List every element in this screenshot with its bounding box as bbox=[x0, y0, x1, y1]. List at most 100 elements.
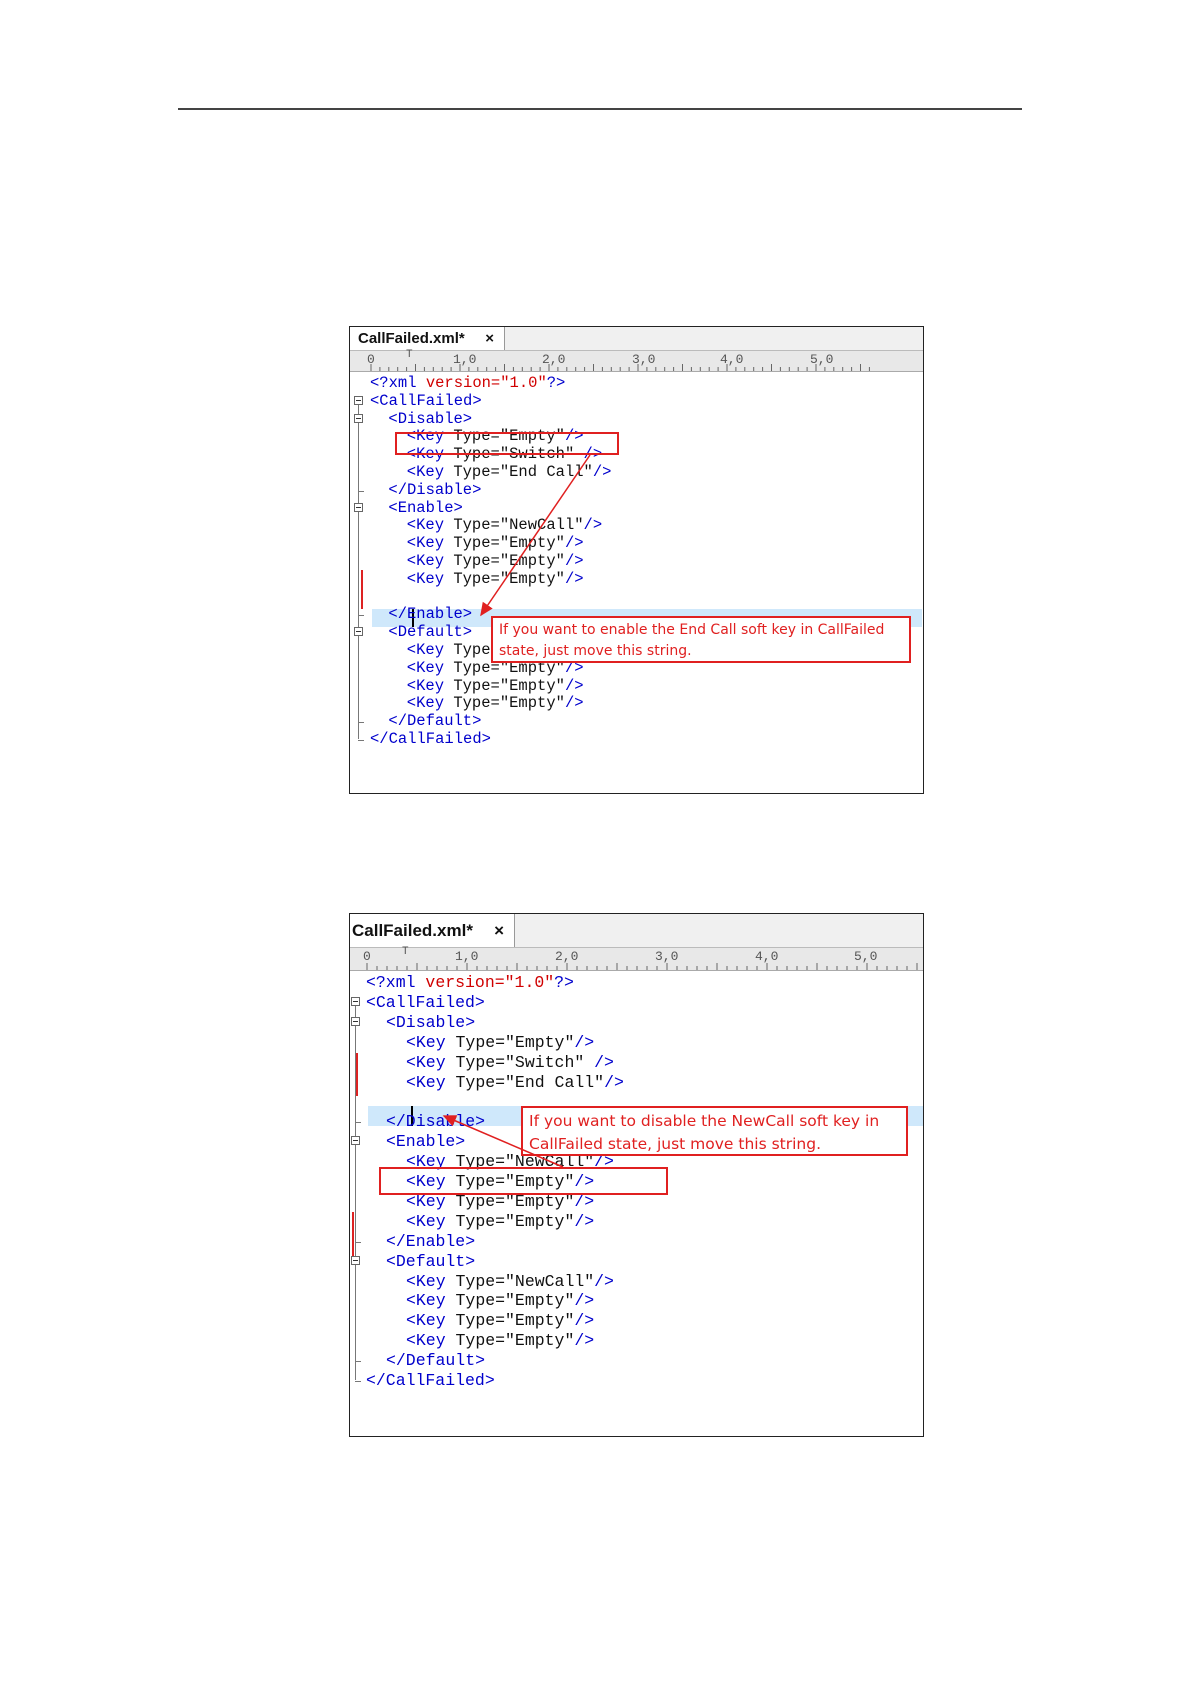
code-line: <Disable> bbox=[388, 410, 472, 428]
xml-attribute: Type= bbox=[445, 1072, 506, 1092]
fold-end-marker bbox=[358, 490, 364, 492]
fold-toggle-icon[interactable] bbox=[354, 395, 363, 405]
code-line: <Key Type="NewCall"/> bbox=[406, 1272, 614, 1292]
change-marker bbox=[352, 1211, 354, 1256]
code-line: <?xml version="1.0"?> bbox=[366, 973, 574, 993]
fold-end-marker bbox=[358, 615, 364, 617]
ruler: 0 T 1,0 2,0 3,0 4,0 5,0 bbox=[350, 946, 923, 971]
fold-guide bbox=[358, 400, 359, 739]
xml-tag: </CallFailed> bbox=[366, 1371, 495, 1390]
tab-bar: CallFailed.xml* × bbox=[350, 327, 923, 351]
xml-tag-close: /> bbox=[574, 1311, 595, 1331]
code-line: <Disable> bbox=[386, 1013, 475, 1033]
tab-title: CallFailed.xml* bbox=[352, 920, 473, 940]
code-line: <CallFailed> bbox=[366, 993, 485, 1013]
code-line: <Key Type="Empty"/> bbox=[406, 1033, 594, 1053]
xml-tag-close: /> bbox=[564, 569, 584, 588]
close-icon[interactable]: × bbox=[494, 921, 504, 941]
xml-tag-close: /> bbox=[564, 552, 584, 570]
xml-attribute: Type= bbox=[444, 676, 500, 695]
fold-end-marker bbox=[355, 1381, 361, 1382]
xml-tag-close: /> bbox=[592, 463, 612, 481]
code-line: <?xml version="1.0"?> bbox=[370, 374, 565, 392]
xml-tag-close: ?> bbox=[554, 973, 574, 992]
fold-toggle-icon[interactable] bbox=[351, 1136, 360, 1146]
code-line: </Enable> bbox=[386, 1232, 475, 1252]
xml-attribute: Type= bbox=[445, 1211, 506, 1231]
xml-attribute-value: "Empty" bbox=[499, 676, 565, 695]
xml-attribute: Type= bbox=[445, 1311, 506, 1331]
xml-attribute: version= bbox=[416, 374, 501, 392]
close-icon[interactable]: × bbox=[485, 330, 494, 347]
code-line: <Default> bbox=[388, 623, 472, 641]
xml-attribute-value: "NewCall" bbox=[505, 1271, 595, 1291]
code-line: </Enable> bbox=[388, 605, 472, 623]
code-line: <Key Type="Empty"/> bbox=[407, 677, 584, 695]
code-line: <Key Type="Empty"/> bbox=[407, 534, 584, 552]
xml-attribute: Type= bbox=[444, 569, 500, 588]
fold-toggle-icon[interactable] bbox=[351, 1255, 360, 1265]
code-line: </Default> bbox=[386, 1351, 485, 1371]
xml-attribute-value: "Empty" bbox=[499, 569, 565, 588]
xml-tag: <Key bbox=[406, 1271, 446, 1291]
xml-tag: <Key bbox=[406, 1052, 446, 1072]
xml-tag: </Disable> bbox=[386, 1112, 486, 1132]
change-marker bbox=[356, 1052, 358, 1097]
xml-tag: <Key bbox=[406, 676, 445, 695]
xml-attribute-value: "Empty" bbox=[505, 1331, 575, 1351]
code-line: <Key Type="Empty"/> bbox=[407, 694, 584, 712]
fold-end-marker bbox=[355, 1361, 361, 1363]
code-line: <Key Type="Empty"/> bbox=[406, 1311, 594, 1331]
xml-attribute-value: "1.0" bbox=[504, 973, 555, 992]
code-line: </CallFailed> bbox=[366, 1371, 495, 1391]
tab-title: CallFailed.xml* bbox=[358, 330, 465, 347]
ruler-label: T bbox=[402, 946, 409, 958]
ruler-label: 1,0 bbox=[455, 949, 479, 964]
change-marker bbox=[361, 569, 363, 609]
xml-tag: <?xml bbox=[366, 973, 416, 992]
xml-tag-close: /> bbox=[564, 694, 584, 713]
xml-tag-close: /> bbox=[574, 1291, 595, 1311]
editor-window-disable-example: CallFailed.xml* × 0 T 1,0 2,0 3,0 4,0 5,0 <?xm… bbox=[349, 913, 924, 1437]
tab-callfailed-xml[interactable]: CallFailed.xml* × bbox=[350, 914, 515, 947]
code-line: <Key Type="Empty"/> bbox=[407, 570, 584, 588]
xml-attribute: Type= bbox=[444, 552, 500, 570]
ruler-label: 5,0 bbox=[854, 949, 878, 964]
tab-bar: CallFailed.xml* × bbox=[350, 914, 923, 948]
xml-attribute-value: "Empty" bbox=[499, 534, 565, 553]
xml-tag: <Key bbox=[406, 1311, 446, 1331]
fold-toggle-icon[interactable] bbox=[354, 627, 363, 637]
tab-callfailed-xml[interactable]: CallFailed.xml* × bbox=[350, 327, 505, 350]
callout-line-1: If you want to disable the NewCall soft … bbox=[529, 1112, 880, 1130]
code-line: </Default> bbox=[388, 712, 481, 730]
xml-attribute-value: "Empty" bbox=[499, 552, 565, 570]
xml-tag-close: /> bbox=[574, 1032, 595, 1052]
code-line: <CallFailed> bbox=[370, 392, 482, 410]
code-line: <Default> bbox=[386, 1252, 475, 1272]
xml-tag-close: /> bbox=[574, 1331, 595, 1351]
code-line: <Key Type="Empty"/> bbox=[407, 552, 584, 570]
fold-toggle-icon[interactable] bbox=[351, 1016, 360, 1026]
code-line: <Key Type="Switch" /> bbox=[406, 1053, 614, 1073]
xml-tag: <Key bbox=[406, 552, 445, 570]
xml-attribute: Type= bbox=[445, 1331, 506, 1351]
ruler-label: 2,0 bbox=[555, 949, 579, 964]
xml-tag-close: /> bbox=[604, 1072, 624, 1092]
xml-tag: <Key bbox=[406, 534, 445, 553]
xml-tag: <Disable> bbox=[388, 409, 473, 428]
fold-toggle-icon[interactable] bbox=[354, 413, 363, 423]
fold-toggle-icon[interactable] bbox=[351, 996, 360, 1006]
xml-attribute-value: "NewCall" bbox=[499, 516, 584, 535]
xml-tag: <Key bbox=[406, 641, 445, 659]
xml-attribute: Type= bbox=[445, 1052, 506, 1072]
callout-line-2: state, just move this string. bbox=[499, 643, 692, 659]
xml-tag: </Default> bbox=[388, 712, 482, 731]
ruler-label: 3,0 bbox=[655, 949, 679, 964]
xml-tag-close: /> bbox=[583, 516, 603, 535]
page-header-rule bbox=[178, 108, 1022, 110]
fold-end-marker bbox=[358, 722, 364, 724]
fold-toggle-icon[interactable] bbox=[354, 502, 363, 512]
code-line: <Enable> bbox=[388, 499, 462, 517]
xml-tag-close: /> bbox=[564, 676, 584, 695]
xml-attribute: Type= bbox=[444, 463, 500, 481]
